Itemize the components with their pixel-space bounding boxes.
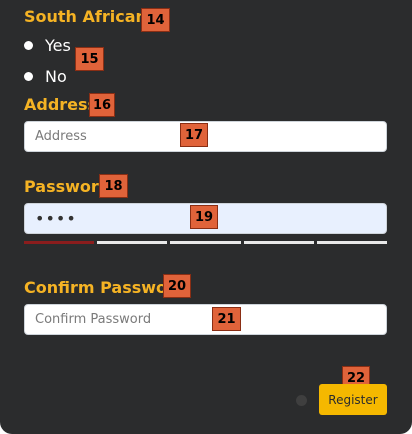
radio-yes[interactable]: Yes — [24, 35, 71, 55]
address-label: Address — [24, 95, 98, 114]
radio-no-label: No — [45, 66, 67, 86]
south-african-label: South African? — [24, 7, 157, 26]
strength-segment — [316, 241, 388, 244]
confirm-password-input[interactable] — [24, 304, 387, 335]
badge-20: 20 — [163, 274, 191, 298]
badge-14: 14 — [141, 8, 170, 32]
strength-segment — [24, 241, 95, 244]
strength-segment — [97, 241, 168, 244]
register-button[interactable]: Register — [319, 384, 387, 415]
radio-no[interactable]: No — [24, 66, 67, 86]
badge-21: 21 — [212, 307, 241, 331]
strength-segment — [243, 241, 314, 244]
strength-segment — [170, 241, 241, 244]
radio-no-dot-icon[interactable] — [24, 71, 33, 81]
registration-form-panel: South African? 14 Yes No 15 Address 16 1… — [0, 0, 412, 434]
badge-17: 17 — [180, 123, 208, 147]
password-strength-meter — [24, 241, 388, 244]
badge-15: 15 — [75, 47, 104, 71]
radio-yes-dot-icon[interactable] — [24, 40, 33, 50]
password-label: Password — [24, 177, 111, 196]
badge-18: 18 — [99, 174, 128, 198]
badge-16: 16 — [89, 93, 115, 117]
radio-yes-label: Yes — [45, 35, 71, 55]
badge-19: 19 — [190, 205, 218, 229]
info-icon — [296, 395, 307, 406]
